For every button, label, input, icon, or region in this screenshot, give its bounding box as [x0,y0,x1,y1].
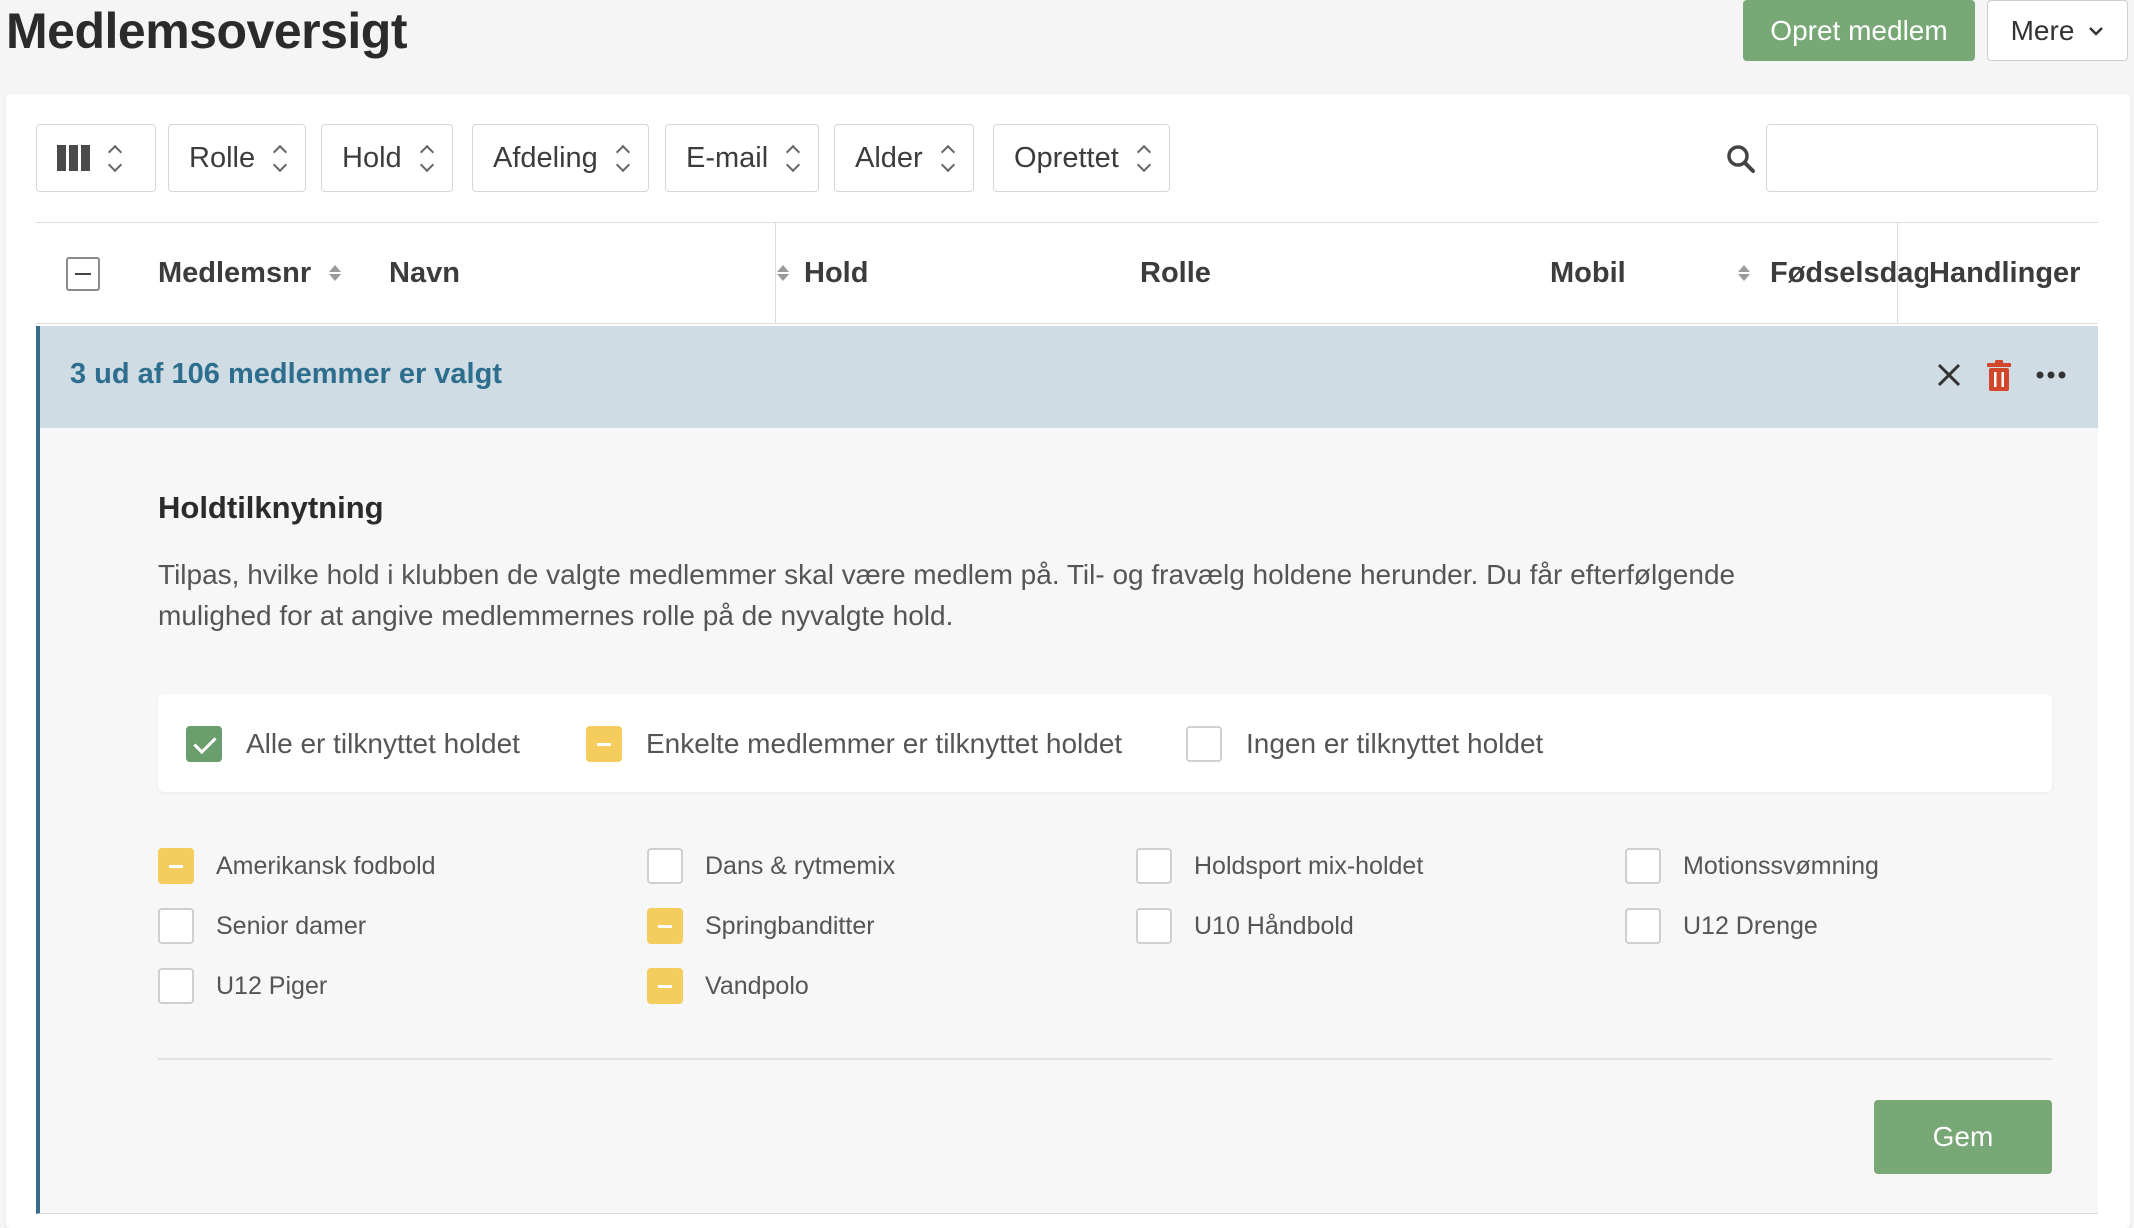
team-label: U10 Håndbold [1194,911,1354,940]
column-label: Handlinger [1929,256,2081,289]
filter-label: Rolle [189,141,256,174]
column-header-handlinger: Handlinger [1929,223,2080,323]
filter-alder[interactable]: Alder [834,124,974,192]
column-label: Mobil [1550,256,1626,289]
filter-rolle[interactable]: Rolle [168,124,307,192]
checkbox[interactable] [647,848,683,884]
checkbox-partial-icon [586,726,622,762]
column-divider [775,223,776,323]
team-checkbox-amerikansk-fodbold[interactable]: Amerikansk fodbold [158,848,436,884]
column-header-navn[interactable]: Navn [389,223,789,323]
column-header-mobil[interactable]: Mobil [1550,223,1750,323]
page-title: Medlemsoversigt [6,3,407,59]
sort-arrows-icon [1136,144,1151,172]
checkbox[interactable] [647,968,683,1004]
sort-arrows-icon [107,144,123,172]
column-label: Navn [389,256,460,289]
team-checkbox-motionssvomning[interactable]: Motionssvømning [1625,848,1879,884]
sort-icon [1738,265,1750,281]
filter-label: Oprettet [1014,141,1119,174]
checkbox-legend: Alle er tilknyttet holdet Enkelte medlem… [158,694,2052,792]
selection-bar: 3 ud af 106 medlemmer er valgt [36,326,2098,428]
team-label: Amerikansk fodbold [216,851,436,880]
filter-hold[interactable]: Hold [321,124,453,192]
sort-arrows-icon [786,144,801,172]
filter-label: Alder [855,141,923,174]
team-checkbox-dans-rytmemix[interactable]: Dans & rytmemix [647,848,895,884]
filter-oprettet[interactable]: Oprettet [993,124,1170,192]
save-button[interactable]: Gem [1874,1100,2052,1174]
search-icon[interactable] [1726,144,1756,174]
team-checkbox-u10-handbold[interactable]: U10 Håndbold [1136,908,1354,944]
column-header-hold: Hold [804,223,868,323]
team-label: Senior damer [216,911,367,940]
checkbox[interactable] [1136,908,1172,944]
team-label: Springbanditter [705,911,875,940]
filter-label: Hold [342,141,402,174]
team-checkbox-senior-damer[interactable]: Senior damer [158,908,366,944]
close-icon[interactable] [1934,360,1964,390]
team-checkbox-u12-piger[interactable]: U12 Piger [158,968,327,1004]
checkbox-empty-icon [1186,726,1222,762]
more-options-icon[interactable] [2036,370,2066,380]
filter-label: E-mail [686,141,769,174]
sort-arrows-icon [940,144,955,172]
legend-some: Enkelte medlemmer er tilknyttet holdet [586,726,1122,762]
team-label: U12 Piger [216,971,328,1000]
checkbox[interactable] [647,908,683,944]
trash-icon[interactable] [1986,360,2012,392]
team-label: Vandpolo [705,971,809,1000]
search-input[interactable] [1766,124,2098,192]
filter-email[interactable]: E-mail [665,124,820,192]
team-label: U12 Drenge [1683,911,1818,940]
table-header: Medlemsnr Navn Hold Rolle Mobil Fødselsd… [36,222,2098,324]
checkbox[interactable] [1136,848,1172,884]
more-button-label: Mere [2010,14,2075,46]
checkbox[interactable] [1625,848,1661,884]
select-all-checkbox[interactable] [66,257,100,291]
column-divider [1897,223,1898,323]
sort-icon [777,265,789,281]
chevron-down-icon [2089,26,2104,36]
filter-afdeling[interactable]: Afdeling [472,124,649,192]
legend-label: Alle er tilknyttet holdet [246,728,520,759]
sort-arrows-icon [419,144,434,172]
column-label: Medlemsnr [158,256,312,289]
checkbox[interactable] [158,848,194,884]
sort-icon [329,265,342,281]
column-header-medlemsnr[interactable]: Medlemsnr [158,223,342,323]
column-header-fodselsdag[interactable]: Fødselsdag [1770,223,1928,323]
divider [158,1058,2052,1060]
legend-none: Ingen er tilknyttet holdet [1186,726,1543,762]
team-assignment-panel: Holdtilknytning Tilpas, hvilke hold i kl… [36,428,2098,1214]
legend-label: Enkelte medlemmer er tilknyttet holdet [646,728,1123,759]
sort-arrows-icon [615,144,630,172]
column-label: Hold [804,256,869,289]
checkbox[interactable] [158,968,194,1004]
column-label: Fødselsdag [1770,256,1928,289]
team-checkbox-holdsport-mix[interactable]: Holdsport mix-holdet [1136,848,1423,884]
checkbox-checked-icon [186,726,222,762]
column-header-rolle: Rolle [1140,223,1211,323]
team-label: Dans & rytmemix [705,851,896,880]
selection-count: 3 ud af 106 medlemmer er valgt [70,358,502,390]
team-checkbox-springbanditter[interactable]: Springbanditter [647,908,875,944]
team-checkbox-vandpolo[interactable]: Vandpolo [647,968,809,1004]
filter-label: Afdeling [493,141,598,174]
more-button[interactable]: Mere [1987,0,2128,61]
checkbox[interactable] [158,908,194,944]
legend-all: Alle er tilknyttet holdet [186,726,520,762]
panel-description: Tilpas, hvilke hold i klubben de valgte … [158,559,1736,631]
create-member-button[interactable]: Opret medlem [1743,0,1975,61]
sort-arrows-icon [273,144,288,172]
team-label: Holdsport mix-holdet [1194,851,1424,880]
checkbox[interactable] [1625,908,1661,944]
legend-label: Ingen er tilknyttet holdet [1246,728,1544,759]
column-picker-button[interactable] [36,124,156,192]
team-checkbox-u12-drenge[interactable]: U12 Drenge [1625,908,1818,944]
columns-icon [57,145,90,171]
panel-title: Holdtilknytning [158,490,384,525]
team-label: Motionssvømning [1683,851,1879,880]
column-label: Rolle [1140,256,1211,289]
